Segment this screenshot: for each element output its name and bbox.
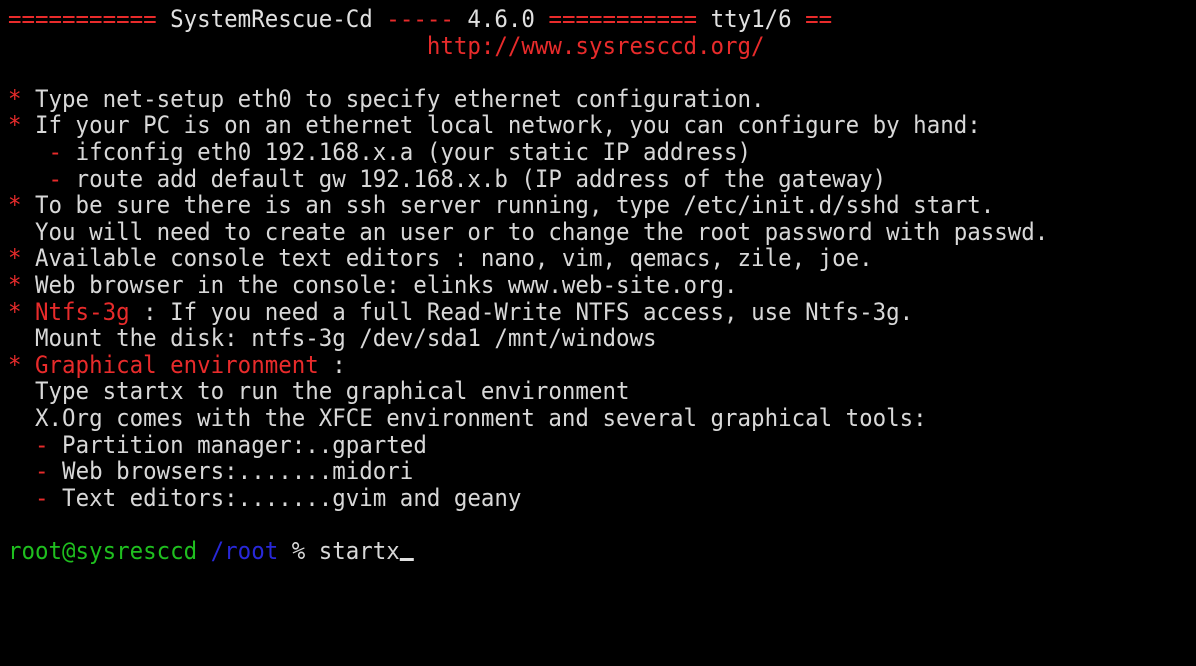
bullet-star: * (8, 270, 22, 299)
info-line: - ifconfig eth0 192.168.x.a (your static… (8, 139, 1119, 166)
info-ntfs-name: Ntfs-3g (35, 297, 130, 326)
bullet-dash: - (35, 483, 49, 512)
info-tool-browsers: Web browsers:.......midori (62, 457, 414, 486)
header-tty: tty1/6 (710, 5, 792, 33)
header-line: =========== SystemRescue-Cd ----- 4.6.0 … (8, 6, 1119, 33)
info-line: * Graphical environment : (8, 350, 1119, 379)
info-line: - Partition manager:..gparted (8, 430, 1119, 459)
info-line: - route add default gw 192.168.x.b (IP a… (8, 164, 1119, 193)
info-line: * Ntfs-3g : If you need a full Read-Writ… (8, 297, 1119, 326)
info-route: route add default gw 192.168.x.b (IP add… (75, 164, 887, 193)
info-ifconfig: ifconfig eth0 192.168.x.a (your static I… (75, 137, 752, 166)
info-line: - Text editors:.......gvim and geany (8, 483, 1119, 512)
info-graphical-colon: : (318, 350, 346, 379)
bullet-star: * (8, 191, 22, 220)
info-ssh: To be sure there is an ssh server runnin… (35, 191, 995, 220)
header-version: 4.6.0 (467, 5, 535, 33)
info-editors: Available console text editors : nano, v… (35, 244, 873, 273)
header-product: SystemRescue-Cd (170, 5, 373, 33)
info-line: Type startx to run the graphical environ… (8, 378, 1119, 405)
command-input[interactable]: startx (319, 537, 400, 565)
info-ssh-note: You will need to create an user or to ch… (35, 217, 1049, 246)
info-graphical-name: Graphical environment (35, 350, 319, 379)
info-tool-partition: Partition manager:..gparted (62, 430, 427, 459)
info-line: * Available console text editors : nano,… (8, 245, 1119, 272)
prompt-path: /root (210, 536, 279, 565)
info-browser: Web browser in the console: elinks www.w… (35, 270, 738, 299)
bullet-star: * (8, 84, 22, 113)
prompt-symbol: % (291, 536, 306, 565)
bullet-dash: - (48, 164, 63, 193)
prompt-user-host: root@sysresccd (8, 536, 198, 565)
bullet-star: * (8, 297, 22, 326)
header-url: http://www.sysresccd.org/ (426, 31, 765, 60)
info-line: You will need to create an user or to ch… (8, 217, 1119, 246)
bullet-star: * (8, 244, 22, 273)
info-line: X.Org comes with the XFCE environment an… (8, 405, 1119, 432)
info-line: * Web browser in the console: elinks www… (8, 272, 1119, 299)
bullet-star: * (8, 350, 22, 379)
bullet-dash: - (35, 430, 49, 459)
terminal-screen[interactable]: =========== SystemRescue-Cd ----- 4.6.0 … (8, 6, 1196, 564)
info-line: - Web browsers:.......midori (8, 458, 1119, 485)
header-rule-right: =========== (548, 5, 698, 33)
header-rule-left: =========== (8, 5, 157, 33)
info-tool-editors: Text editors:.......gvim and geany (62, 483, 522, 512)
text-cursor (399, 557, 414, 561)
bullet-star: * (8, 111, 22, 140)
info-net-setup: Type net-setup eth0 to specify ethernet … (35, 84, 765, 113)
header-url-line: http://www.sysresccd.org/ (8, 31, 1119, 60)
info-local-network: If your PC is on an ethernet local netwo… (35, 111, 981, 140)
info-startx-hint: Type startx to run the graphical environ… (35, 377, 630, 406)
header-rule-mid: ----- (386, 5, 454, 33)
info-xorg: X.Org comes with the XFCE environment an… (35, 403, 927, 432)
bullet-dash: - (35, 457, 49, 486)
info-line: Mount the disk: ntfs-3g /dev/sda1 /mnt/w… (8, 325, 1119, 352)
info-ntfs-mount: Mount the disk: ntfs-3g /dev/sda1 /mnt/w… (35, 324, 657, 353)
header-rule-end: == (805, 5, 833, 33)
info-line: * To be sure there is an ssh server runn… (8, 192, 1119, 219)
info-line: * Type net-setup eth0 to specify etherne… (8, 84, 1119, 113)
bullet-dash: - (48, 137, 63, 166)
info-ntfs-text: : If you need a full Read-Write NTFS acc… (129, 297, 914, 326)
command-prompt-line[interactable]: root@sysresccd /root % startx (8, 538, 1119, 565)
info-line: * If your PC is on an ethernet local net… (8, 112, 1119, 139)
